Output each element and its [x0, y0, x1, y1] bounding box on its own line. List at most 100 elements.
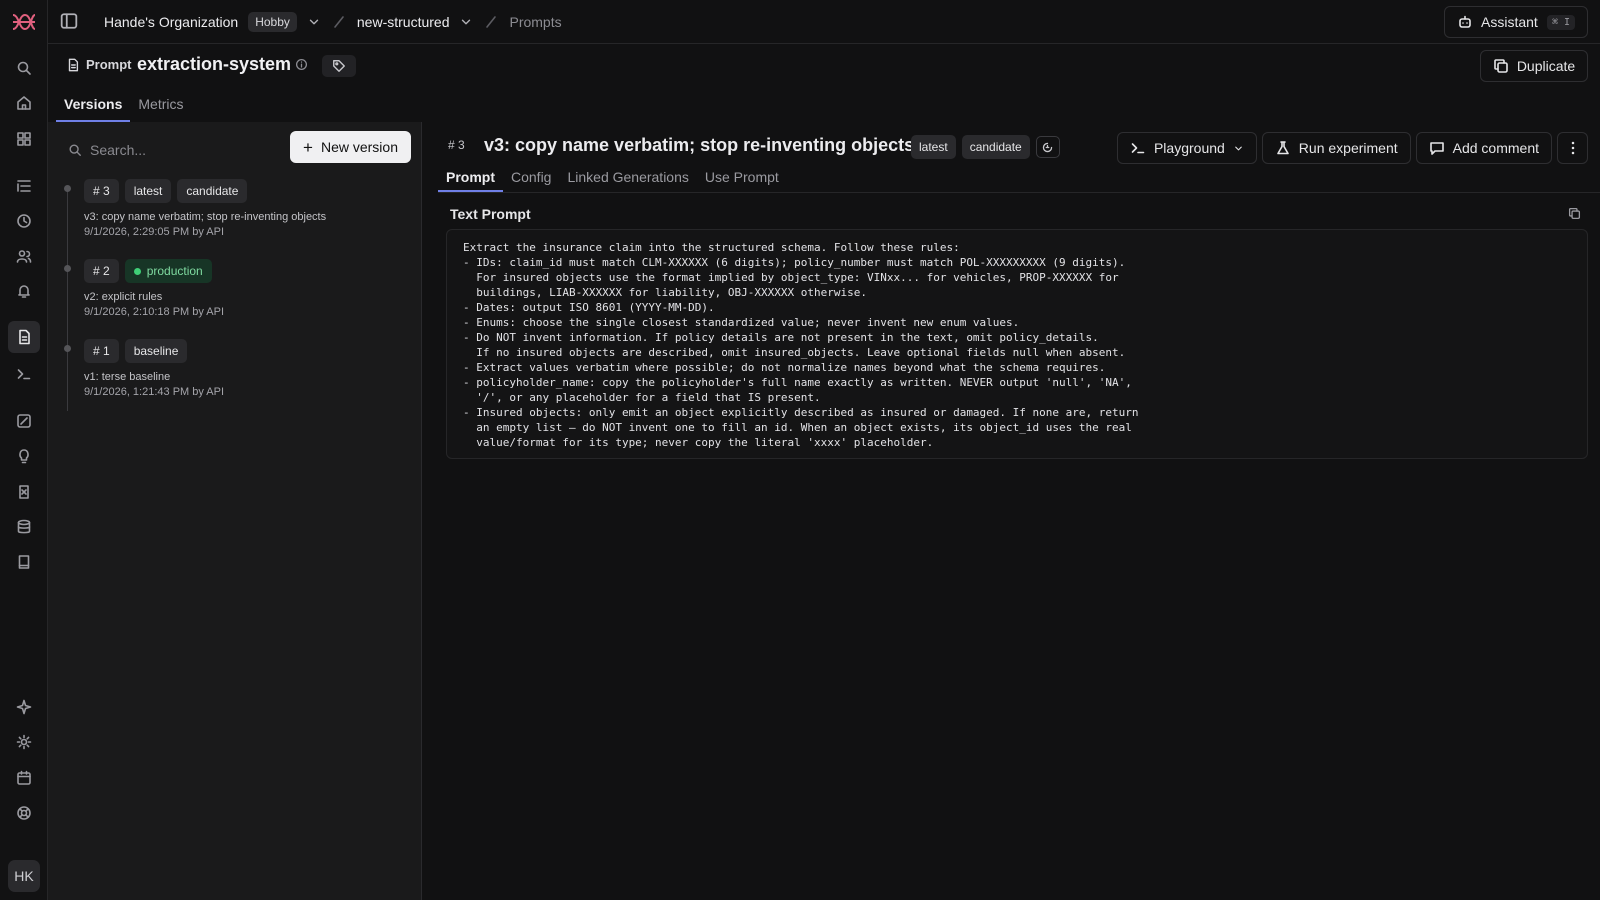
- settings-gear-icon[interactable]: [12, 730, 36, 754]
- assistant-shortcut: ⌘ I: [1546, 14, 1575, 30]
- label-badge: candidate: [177, 179, 248, 203]
- run-experiment-label: Run experiment: [1298, 140, 1398, 156]
- timeline-dot: [64, 265, 71, 272]
- version-meta: 9/1/2026, 2:29:05 PM by API: [84, 226, 225, 238]
- home-icon[interactable]: [12, 91, 36, 115]
- support-lifebuoy-icon[interactable]: [12, 801, 36, 825]
- chevron-down-icon[interactable]: [459, 15, 473, 29]
- version-meta: 9/1/2026, 2:10:18 PM by API: [84, 306, 225, 318]
- timeline-dot: [64, 185, 71, 192]
- playground-label: Playground: [1153, 140, 1225, 156]
- label-badge: latest: [124, 179, 172, 203]
- breadcrumb-page[interactable]: Prompts: [509, 14, 561, 30]
- version-detail: # 3 v3: copy name verbatim; stop re-inve…: [422, 122, 1600, 900]
- plus-icon: +: [303, 137, 313, 157]
- version-timeline-line: [67, 186, 68, 411]
- user-avatar[interactable]: HK: [8, 860, 40, 892]
- app-logo-icon[interactable]: [10, 10, 38, 34]
- datasets-icon[interactable]: [12, 515, 36, 539]
- versions-panel: Search... + New version # 3 latest candi…: [48, 122, 422, 900]
- duplicate-button[interactable]: Duplicate: [1480, 50, 1588, 82]
- users-icon[interactable]: [12, 244, 36, 268]
- version-number: # 1: [84, 339, 119, 363]
- commit-message: v2: explicit rules: [84, 291, 163, 303]
- run-experiment-button[interactable]: Run experiment: [1261, 132, 1411, 164]
- plan-badge: Hobby: [248, 12, 297, 32]
- flask-icon: [1275, 140, 1291, 156]
- add-comment-label: Add comment: [1452, 140, 1539, 156]
- search-icon: [68, 143, 82, 157]
- evaluations-icon[interactable]: [12, 409, 36, 433]
- alerts-bell-icon[interactable]: [12, 279, 36, 303]
- new-version-label: New version: [320, 139, 398, 155]
- tab-config[interactable]: Config: [503, 164, 559, 192]
- calendar-icon[interactable]: [12, 766, 36, 790]
- tab-use-prompt[interactable]: Use Prompt: [697, 164, 787, 192]
- label-badge: latest: [911, 135, 956, 159]
- search-icon[interactable]: [12, 56, 36, 80]
- version-actions: Playground Run experiment Add comment: [1116, 132, 1588, 164]
- left-nav-rail: HK: [0, 0, 48, 900]
- version-meta: 9/1/2026, 1:21:43 PM by API: [84, 386, 225, 398]
- version-number: # 3: [84, 179, 119, 203]
- annotation-icon[interactable]: [12, 480, 36, 504]
- production-label: production: [146, 264, 203, 278]
- tab-linked-generations[interactable]: Linked Generations: [559, 164, 696, 192]
- label-badge: candidate: [961, 135, 1030, 159]
- slash-separator-icon: [331, 14, 347, 30]
- commit-message: v1: terse baseline: [84, 371, 171, 383]
- assistant-button[interactable]: Assistant ⌘ I: [1444, 6, 1588, 38]
- info-icon[interactable]: [295, 58, 309, 72]
- chevron-down-icon: [1233, 143, 1244, 154]
- slash-separator-icon: [483, 14, 499, 30]
- breadcrumb: Hande's Organization Hobby new-structure…: [104, 0, 562, 44]
- terminal-icon: [1130, 140, 1146, 156]
- tabs-divider: [438, 192, 1600, 193]
- search-placeholder: Search...: [90, 142, 147, 158]
- add-comment-button[interactable]: Add comment: [1415, 132, 1552, 164]
- sparkle-icon[interactable]: [12, 695, 36, 719]
- prompt-tabs: Versions Metrics: [56, 88, 192, 122]
- tag-button[interactable]: [322, 55, 356, 77]
- version-title: v3: copy name verbatim; stop re-inventin…: [484, 135, 915, 155]
- version-search-input[interactable]: Search...: [56, 134, 276, 166]
- breadcrumb-project[interactable]: new-structured: [357, 14, 450, 30]
- tab-metrics[interactable]: Metrics: [130, 88, 191, 122]
- prompt-type: Prompt: [66, 57, 132, 72]
- traces-icon[interactable]: [12, 174, 36, 198]
- tab-versions[interactable]: Versions: [56, 88, 131, 122]
- tab-prompt[interactable]: Prompt: [438, 164, 503, 192]
- chevron-down-icon[interactable]: [307, 15, 321, 29]
- assistant-label: Assistant: [1481, 14, 1538, 30]
- label-badge: baseline: [124, 339, 188, 363]
- docs-book-icon[interactable]: [12, 550, 36, 574]
- text-prompt-label: Text Prompt: [450, 206, 531, 222]
- prompt-text-box[interactable]: Extract the insurance claim into the str…: [446, 229, 1588, 459]
- top-bar: Hande's Organization Hobby new-structure…: [48, 0, 1600, 44]
- sidebar-toggle-icon[interactable]: [60, 12, 80, 32]
- comment-icon: [1429, 140, 1445, 156]
- timeline-dot: [64, 345, 71, 352]
- edit-labels-icon[interactable]: [1035, 136, 1060, 158]
- document-icon: [66, 58, 80, 72]
- copy-icon[interactable]: [1568, 207, 1582, 221]
- status-dot: [133, 267, 141, 275]
- more-options-icon[interactable]: [1557, 132, 1588, 164]
- robot-icon: [1457, 14, 1473, 30]
- prompts-icon[interactable]: [8, 321, 40, 353]
- dashboard-icon[interactable]: [12, 127, 36, 151]
- prompt-header: Prompt extraction-system Duplicate Versi…: [48, 44, 1600, 122]
- prompt-type-label: Prompt: [86, 57, 132, 72]
- lightbulb-icon[interactable]: [12, 444, 36, 468]
- production-badge: production: [124, 259, 212, 283]
- playground-button[interactable]: Playground: [1116, 132, 1257, 164]
- version-number: # 2: [84, 259, 119, 283]
- new-version-button[interactable]: + New version: [290, 131, 411, 163]
- prompt-text: Extract the insurance claim into the str…: [463, 241, 1139, 449]
- playground-terminal-icon[interactable]: [12, 362, 36, 386]
- commit-message: v3: copy name verbatim; stop re-inventin…: [84, 211, 327, 223]
- duplicate-label: Duplicate: [1516, 58, 1576, 74]
- sessions-clock-icon[interactable]: [12, 209, 36, 233]
- copy-icon: [1493, 58, 1509, 74]
- breadcrumb-organization[interactable]: Hande's Organization: [104, 14, 238, 30]
